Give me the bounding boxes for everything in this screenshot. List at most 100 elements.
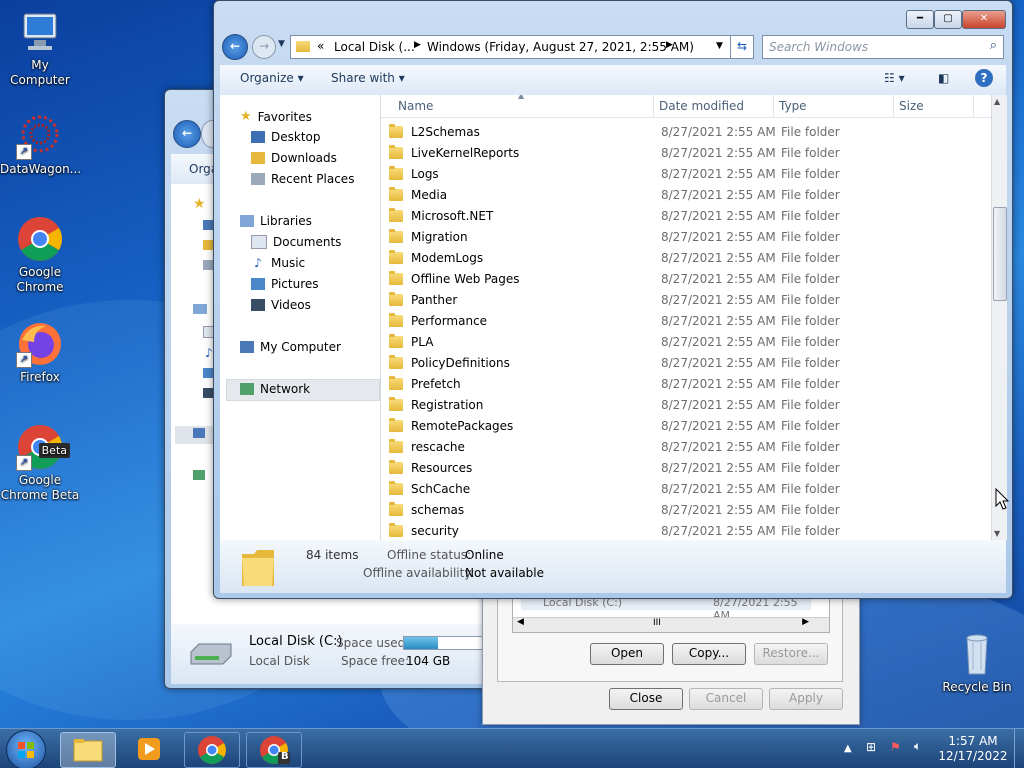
scroll-down-icon[interactable]: ▼ [994,529,1000,538]
window-close-button[interactable]: ✕ [962,10,1006,29]
nav-my-computer[interactable]: My Computer [240,340,341,354]
desktop-icon-chrome[interactable]: Google Chrome [0,215,80,295]
back-arrow-icon[interactable]: ← [173,120,201,148]
minimize-button[interactable]: ━ [906,10,934,29]
column-header-size[interactable]: Size [894,95,974,117]
apply-button[interactable]: Apply [769,688,843,710]
properties-dialog[interactable]: Local Disk (C:) 8/27/2021 2:55 AM ◀ III … [482,595,860,725]
address-dropdown-icon[interactable]: ▼ [716,41,723,51]
recent-pages-chevron-icon[interactable]: ▼ [278,39,285,49]
file-row[interactable]: RemotePackages 8/27/2021 2:55 AM File fold… [389,416,983,437]
volume-icon[interactable]: 🔈︎ [914,739,921,754]
file-row[interactable]: Logs 8/27/2021 2:55 AM File folder [389,164,983,185]
file-type: File folder [781,356,840,370]
column-header-row: Name ▲ Date modified Type Size [381,95,991,118]
horizontal-scrollbar[interactable]: ◀ III ▶ [513,617,829,632]
file-row[interactable]: Migration 8/27/2021 2:55 AM File folder [389,227,983,248]
file-name: security [411,524,459,538]
nav-videos[interactable]: Videos [251,298,311,312]
help-icon[interactable]: ? [975,69,993,87]
file-row[interactable]: Panther 8/27/2021 2:55 AM File folder [389,290,983,311]
scroll-right-icon[interactable]: ▶ [802,617,809,627]
breadcrumb-windows[interactable]: Windows (Friday, August 27, 2021, 2:55 A… [427,40,694,54]
taskbar-chrome-beta[interactable]: B [246,732,302,768]
nav-libraries[interactable]: Libraries [240,214,312,228]
show-hidden-icons[interactable]: ▲ [844,741,852,756]
breadcrumb-separator-icon[interactable]: ▶ [414,40,421,50]
taskbar-explorer[interactable] [60,732,116,768]
previous-versions-list[interactable]: Local Disk (C:) 8/27/2021 2:55 AM ◀ III … [512,596,830,633]
column-header-date-modified[interactable]: Date modified [654,95,774,117]
file-date: 8/27/2021 2:55 AM [661,209,776,223]
file-row[interactable]: Media 8/27/2021 2:55 AM File folder [389,185,983,206]
taskbar-media-player[interactable] [122,732,176,766]
nav-network[interactable]: Network [240,382,310,396]
vertical-scrollbar[interactable]: ▲ ▼ [991,95,1007,540]
taskbar-chrome[interactable] [184,732,240,768]
show-desktop-button[interactable] [1014,729,1024,768]
action-center-flag-icon[interactable]: ⚑ [890,740,901,755]
file-row[interactable]: PLA 8/27/2021 2:55 AM File folder [389,332,983,353]
file-row[interactable]: security 8/27/2021 2:55 AM File folder [389,521,983,540]
desktop-icon-firefox[interactable]: ↗ Firefox [0,320,80,385]
close-button[interactable]: Close [609,688,683,710]
refresh-icon[interactable]: ⇆ [730,35,754,59]
breadcrumb-overflow[interactable]: « [317,39,324,53]
nav-desktop[interactable]: Desktop [251,130,321,144]
breadcrumb-local-disk[interactable]: Local Disk (... [334,40,415,54]
nav-documents[interactable]: Documents [251,235,341,249]
nav-recent-places[interactable]: Recent Places [251,172,354,186]
share-with-menu[interactable]: Share with ▾ [331,71,405,85]
start-button[interactable] [6,730,46,768]
file-row[interactable]: rescache 8/27/2021 2:55 AM File folder [389,437,983,458]
address-bar[interactable]: « Local Disk (... ▶ Windows (Friday, Aug… [290,35,732,59]
restore-button[interactable]: Restore... [754,643,828,665]
nav-downloads[interactable]: Downloads [251,151,337,165]
nav-pictures[interactable]: Pictures [251,277,319,291]
change-view-icon[interactable]: ☷ ▾ [884,71,905,85]
open-button[interactable]: Open [590,643,664,665]
file-type: File folder [781,188,840,202]
maximize-button[interactable]: ▢ [934,10,962,29]
scroll-left-icon[interactable]: ◀ [517,617,524,627]
file-list[interactable]: Name ▲ Date modified Type Size L2Schemas… [381,95,991,540]
file-row[interactable]: Registration 8/27/2021 2:55 AM File folder [389,395,983,416]
preview-pane-icon[interactable]: ◧ [938,71,949,85]
desktop-icon-datawagon[interactable]: ↗ DataWagon... [0,112,81,177]
nav-music[interactable]: ♪ Music [251,256,305,270]
file-row[interactable]: Resources 8/27/2021 2:55 AM File folder [389,458,983,479]
search-box[interactable]: Search Windows ⌕ [762,35,1004,59]
network-tray-icon[interactable]: ⊞ [866,740,876,755]
scroll-grip[interactable]: III [653,618,661,628]
clock[interactable]: 1:57 AM 12/17/2022 [938,734,1008,764]
file-row[interactable]: Prefetch 8/27/2021 2:55 AM File folder [389,374,983,395]
file-row[interactable]: SchCache 8/27/2021 2:55 AM File folder [389,479,983,500]
file-row[interactable]: L2Schemas 8/27/2021 2:55 AM File folder [389,122,983,143]
file-row[interactable]: Microsoft.NET 8/27/2021 2:55 AM File folde… [389,206,983,227]
nav-favorites[interactable]: ★ Favorites [240,109,312,124]
file-row[interactable]: PolicyDefinitions 8/27/2021 2:55 AM File f… [389,353,983,374]
explorer-window[interactable]: ━ ▢ ✕ ← → ▼ « Local Disk (... ▶ Windows … [213,0,1013,599]
file-row[interactable]: Performance 8/27/2021 2:55 AM File folder [389,311,983,332]
breadcrumb-separator-icon[interactable]: ▶ [666,40,673,50]
desktop-icon-recycle-bin[interactable]: Recycle Bin [937,630,1017,695]
desktop-icon-chrome-beta[interactable]: Beta ↗ Google Chrome Beta [0,423,80,503]
file-row[interactable]: LiveKernelReports 8/27/2021 2:55 AM File f… [389,143,983,164]
scroll-up-icon[interactable]: ▲ [994,97,1000,106]
cancel-button[interactable]: Cancel [689,688,763,710]
file-row[interactable]: schemas 8/27/2021 2:55 AM File folder [389,500,983,521]
file-row[interactable]: ModemLogs 8/27/2021 2:55 AM File folder [389,248,983,269]
search-input[interactable]: Search Windows [769,40,868,54]
file-type: File folder [781,440,840,454]
file-date: 8/27/2021 2:55 AM [661,272,776,286]
file-name: PLA [411,335,434,349]
organize-menu[interactable]: Organize ▾ [240,71,304,85]
forward-arrow-icon[interactable]: → [252,35,276,59]
desktop-icon-my-computer[interactable]: My Computer [0,8,80,88]
search-icon[interactable]: ⌕ [990,38,997,53]
column-header-type[interactable]: Type [774,95,894,117]
file-row[interactable]: Offline Web Pages 8/27/2021 2:55 AM File f… [389,269,983,290]
back-arrow-icon[interactable]: ← [222,34,248,60]
scroll-thumb[interactable] [993,207,1007,301]
copy-button[interactable]: Copy... [672,643,746,665]
